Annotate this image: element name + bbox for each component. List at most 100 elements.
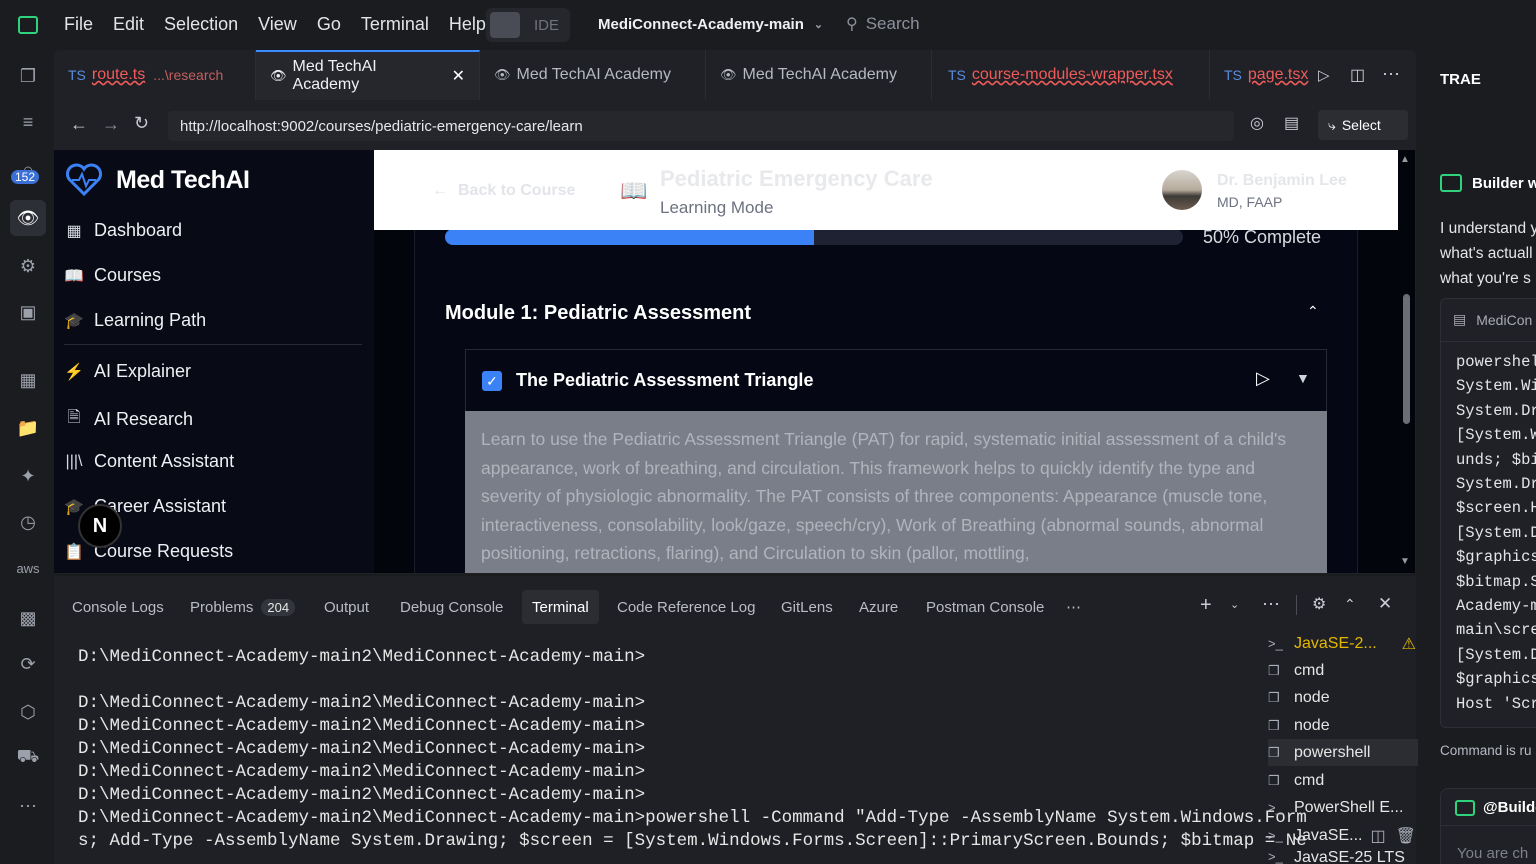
screenshot-icon[interactable]: ◎	[1250, 113, 1264, 133]
back-to-course-link[interactable]: ← Back to Course	[432, 182, 575, 200]
timeline-icon[interactable]: ◷	[10, 504, 46, 540]
nav-courses[interactable]: 📖 Courses	[64, 265, 161, 286]
nav-ai-explainer[interactable]: ⚡ AI Explainer	[64, 361, 191, 382]
menu-help[interactable]: Help	[449, 14, 486, 35]
lesson-checkbox[interactable]: ✓	[482, 371, 502, 391]
device-icon[interactable]: ▤	[1284, 113, 1299, 133]
nextjs-badge-icon[interactable]: N	[78, 504, 122, 548]
terminal-output[interactable]: D:\MediConnect-Academy-main2\MediConnect…	[78, 646, 1307, 864]
ai-chat-panel: TRAE Builder w I understand y what's act…	[1420, 50, 1536, 864]
tab-debug-console[interactable]: Debug Console	[390, 590, 513, 624]
tab-problems[interactable]: Problems 204	[180, 590, 305, 624]
menu-edit[interactable]: Edit	[113, 14, 144, 35]
mention-chip[interactable]: @Builde	[1455, 799, 1536, 816]
gitlens-icon[interactable]: ⟳	[10, 646, 46, 682]
command-status: Command is ru	[1440, 743, 1532, 758]
terminal-item-javase-2[interactable]: >_ JavaSE... ◫ 🗑	[1268, 822, 1418, 849]
tab-terminal[interactable]: Terminal	[522, 590, 599, 624]
tab-label: Med TechAI Academy	[742, 66, 897, 83]
menu-view[interactable]: View	[258, 14, 297, 35]
menu-file[interactable]: File	[64, 14, 93, 35]
play-icon[interactable]: ▷	[1256, 368, 1270, 389]
search-box[interactable]: ⚲ Search	[846, 14, 920, 34]
postman-icon[interactable]: ⬡	[10, 694, 46, 730]
terminal-item-cmd-2[interactable]: ❒ cmd	[1268, 767, 1418, 794]
menu-terminal[interactable]: Terminal	[361, 14, 429, 35]
debug-icon[interactable]: ⚙	[10, 248, 46, 284]
preview-eye-icon[interactable]: 👁	[10, 200, 46, 236]
expand-triangle-icon[interactable]: ▼	[1296, 370, 1310, 386]
settings-sliders-icon[interactable]: ⚙	[1312, 594, 1326, 614]
tab-output[interactable]: Output	[314, 590, 379, 624]
search-icon[interactable]: ≡	[10, 104, 46, 140]
nav-content-assistant[interactable]: |||\ Content Assistant	[64, 451, 235, 472]
ai-sparkle-icon[interactable]: ✦	[10, 458, 46, 494]
folder-icon[interactable]: 📁	[10, 410, 46, 446]
terminal-item-node-2[interactable]: ❒ node	[1268, 712, 1418, 739]
nav-ai-research[interactable]: 🗎 AI Research	[64, 406, 193, 433]
trash-icon[interactable]: 🗑	[1396, 826, 1416, 846]
terminal-line: D:\MediConnect-Academy-main2\MediConnect…	[78, 739, 646, 759]
terminal-item-powershell-ext[interactable]: >_ PowerShell E...	[1268, 794, 1418, 821]
menu-go[interactable]: Go	[317, 14, 341, 35]
app-logo-icon	[18, 16, 38, 34]
scroll-down-icon[interactable]: ▼	[1400, 556, 1410, 567]
nav-dashboard[interactable]: ▦ Dashboard	[64, 220, 182, 241]
scrollbar-track[interactable]: ▲ ▼	[1400, 154, 1412, 568]
tab-postman-console[interactable]: Postman Console	[916, 590, 1054, 624]
more-actions-icon[interactable]: ⋯	[1262, 594, 1280, 615]
brand[interactable]: Med TechAI	[64, 160, 250, 200]
tab-course-modules-wrapper[interactable]: TS course-modules-wrapper.tsx	[934, 50, 1210, 100]
back-arrow-icon[interactable]: ←	[70, 114, 88, 135]
forward-arrow-icon[interactable]: →	[102, 114, 120, 135]
terminal-item-cmd[interactable]: ❒ cmd	[1268, 657, 1418, 684]
tab-med-techai-2[interactable]: 👁 Med TechAI Academy	[480, 50, 706, 100]
extensions-icon[interactable]: ▦	[10, 362, 46, 398]
tab-azure[interactable]: Azure	[849, 590, 908, 624]
database-icon[interactable]: ▩	[10, 600, 46, 636]
terminal-item-powershell[interactable]: ❒ powershell	[1268, 739, 1418, 766]
lesson-item[interactable]: ✓ The Pediatric Assessment Triangle ▷ ▼	[465, 349, 1327, 411]
split-editor-icon[interactable]: ◫	[1350, 65, 1365, 85]
url-input[interactable]: http://localhost:9002/courses/pediatric-…	[168, 111, 1234, 141]
maximize-panel-icon[interactable]: ⌃	[1344, 596, 1356, 613]
db-cylinder-icon[interactable]: ⛟	[10, 740, 46, 776]
card-title: MediCon	[1476, 311, 1533, 328]
aws-icon[interactable]: aws	[10, 550, 46, 586]
scrollbar-thumb[interactable]	[1403, 294, 1410, 424]
chevron-up-icon[interactable]: ⌃	[1307, 303, 1319, 320]
terminal-item-node[interactable]: ❒ node	[1268, 684, 1418, 711]
tab-med-techai-3[interactable]: 👁 Med TechAI Academy	[706, 50, 932, 100]
terminal-item-javase-3[interactable]: >_ JavaSE-25 LTS	[1268, 849, 1418, 864]
nav-learning-path[interactable]: 🎓 Learning Path	[64, 310, 206, 331]
tab-code-reference-log[interactable]: Code Reference Log	[607, 590, 765, 624]
reload-icon[interactable]: ↻	[134, 113, 149, 134]
course-title: Pediatric Emergency Care	[660, 166, 933, 191]
scroll-up-icon[interactable]: ▲	[1400, 154, 1412, 165]
terminal-item-javase[interactable]: >_ JavaSE-2... ⚠	[1268, 630, 1418, 657]
menu-selection[interactable]: Selection	[164, 14, 238, 35]
more-actions-icon[interactable]: ⋯	[1382, 64, 1400, 85]
more-icon[interactable]: ⋯	[10, 788, 46, 824]
close-icon[interactable]: ✕	[452, 66, 465, 86]
ide-toggle[interactable]: IDE	[486, 8, 570, 42]
tab-gitlens[interactable]: GitLens	[771, 590, 843, 624]
close-panel-icon[interactable]: ✕	[1378, 594, 1392, 614]
avatar[interactable]	[1162, 170, 1202, 210]
tab-console-logs[interactable]: Console Logs	[62, 590, 174, 624]
new-terminal-icon[interactable]: +	[1200, 594, 1212, 617]
split-icon[interactable]: ◫	[1370, 826, 1385, 846]
remote-icon[interactable]: ▣	[10, 294, 46, 330]
dashboard-icon: ▦	[66, 222, 82, 240]
run-icon[interactable]: ▷	[1318, 66, 1330, 84]
nav-label: AI Explainer	[94, 361, 192, 381]
select-element-button[interactable]: ⤷ Select	[1318, 110, 1408, 140]
project-switcher[interactable]: MediConnect-Academy-main ⌄	[598, 16, 823, 33]
explorer-icon[interactable]: ❐	[10, 58, 46, 94]
chevron-down-icon[interactable]: ⌄	[1230, 598, 1239, 611]
tab-med-techai-active[interactable]: 👁 Med TechAI Academy ✕	[256, 50, 480, 100]
more-tabs-icon[interactable]: ⋯	[1056, 590, 1091, 624]
chat-input[interactable]: @Builde You are ch	[1440, 788, 1536, 864]
tab-route-ts[interactable]: TS route.ts ...\research	[54, 50, 256, 100]
tab-page-tsx[interactable]: TS page.tsx	[1210, 50, 1314, 100]
